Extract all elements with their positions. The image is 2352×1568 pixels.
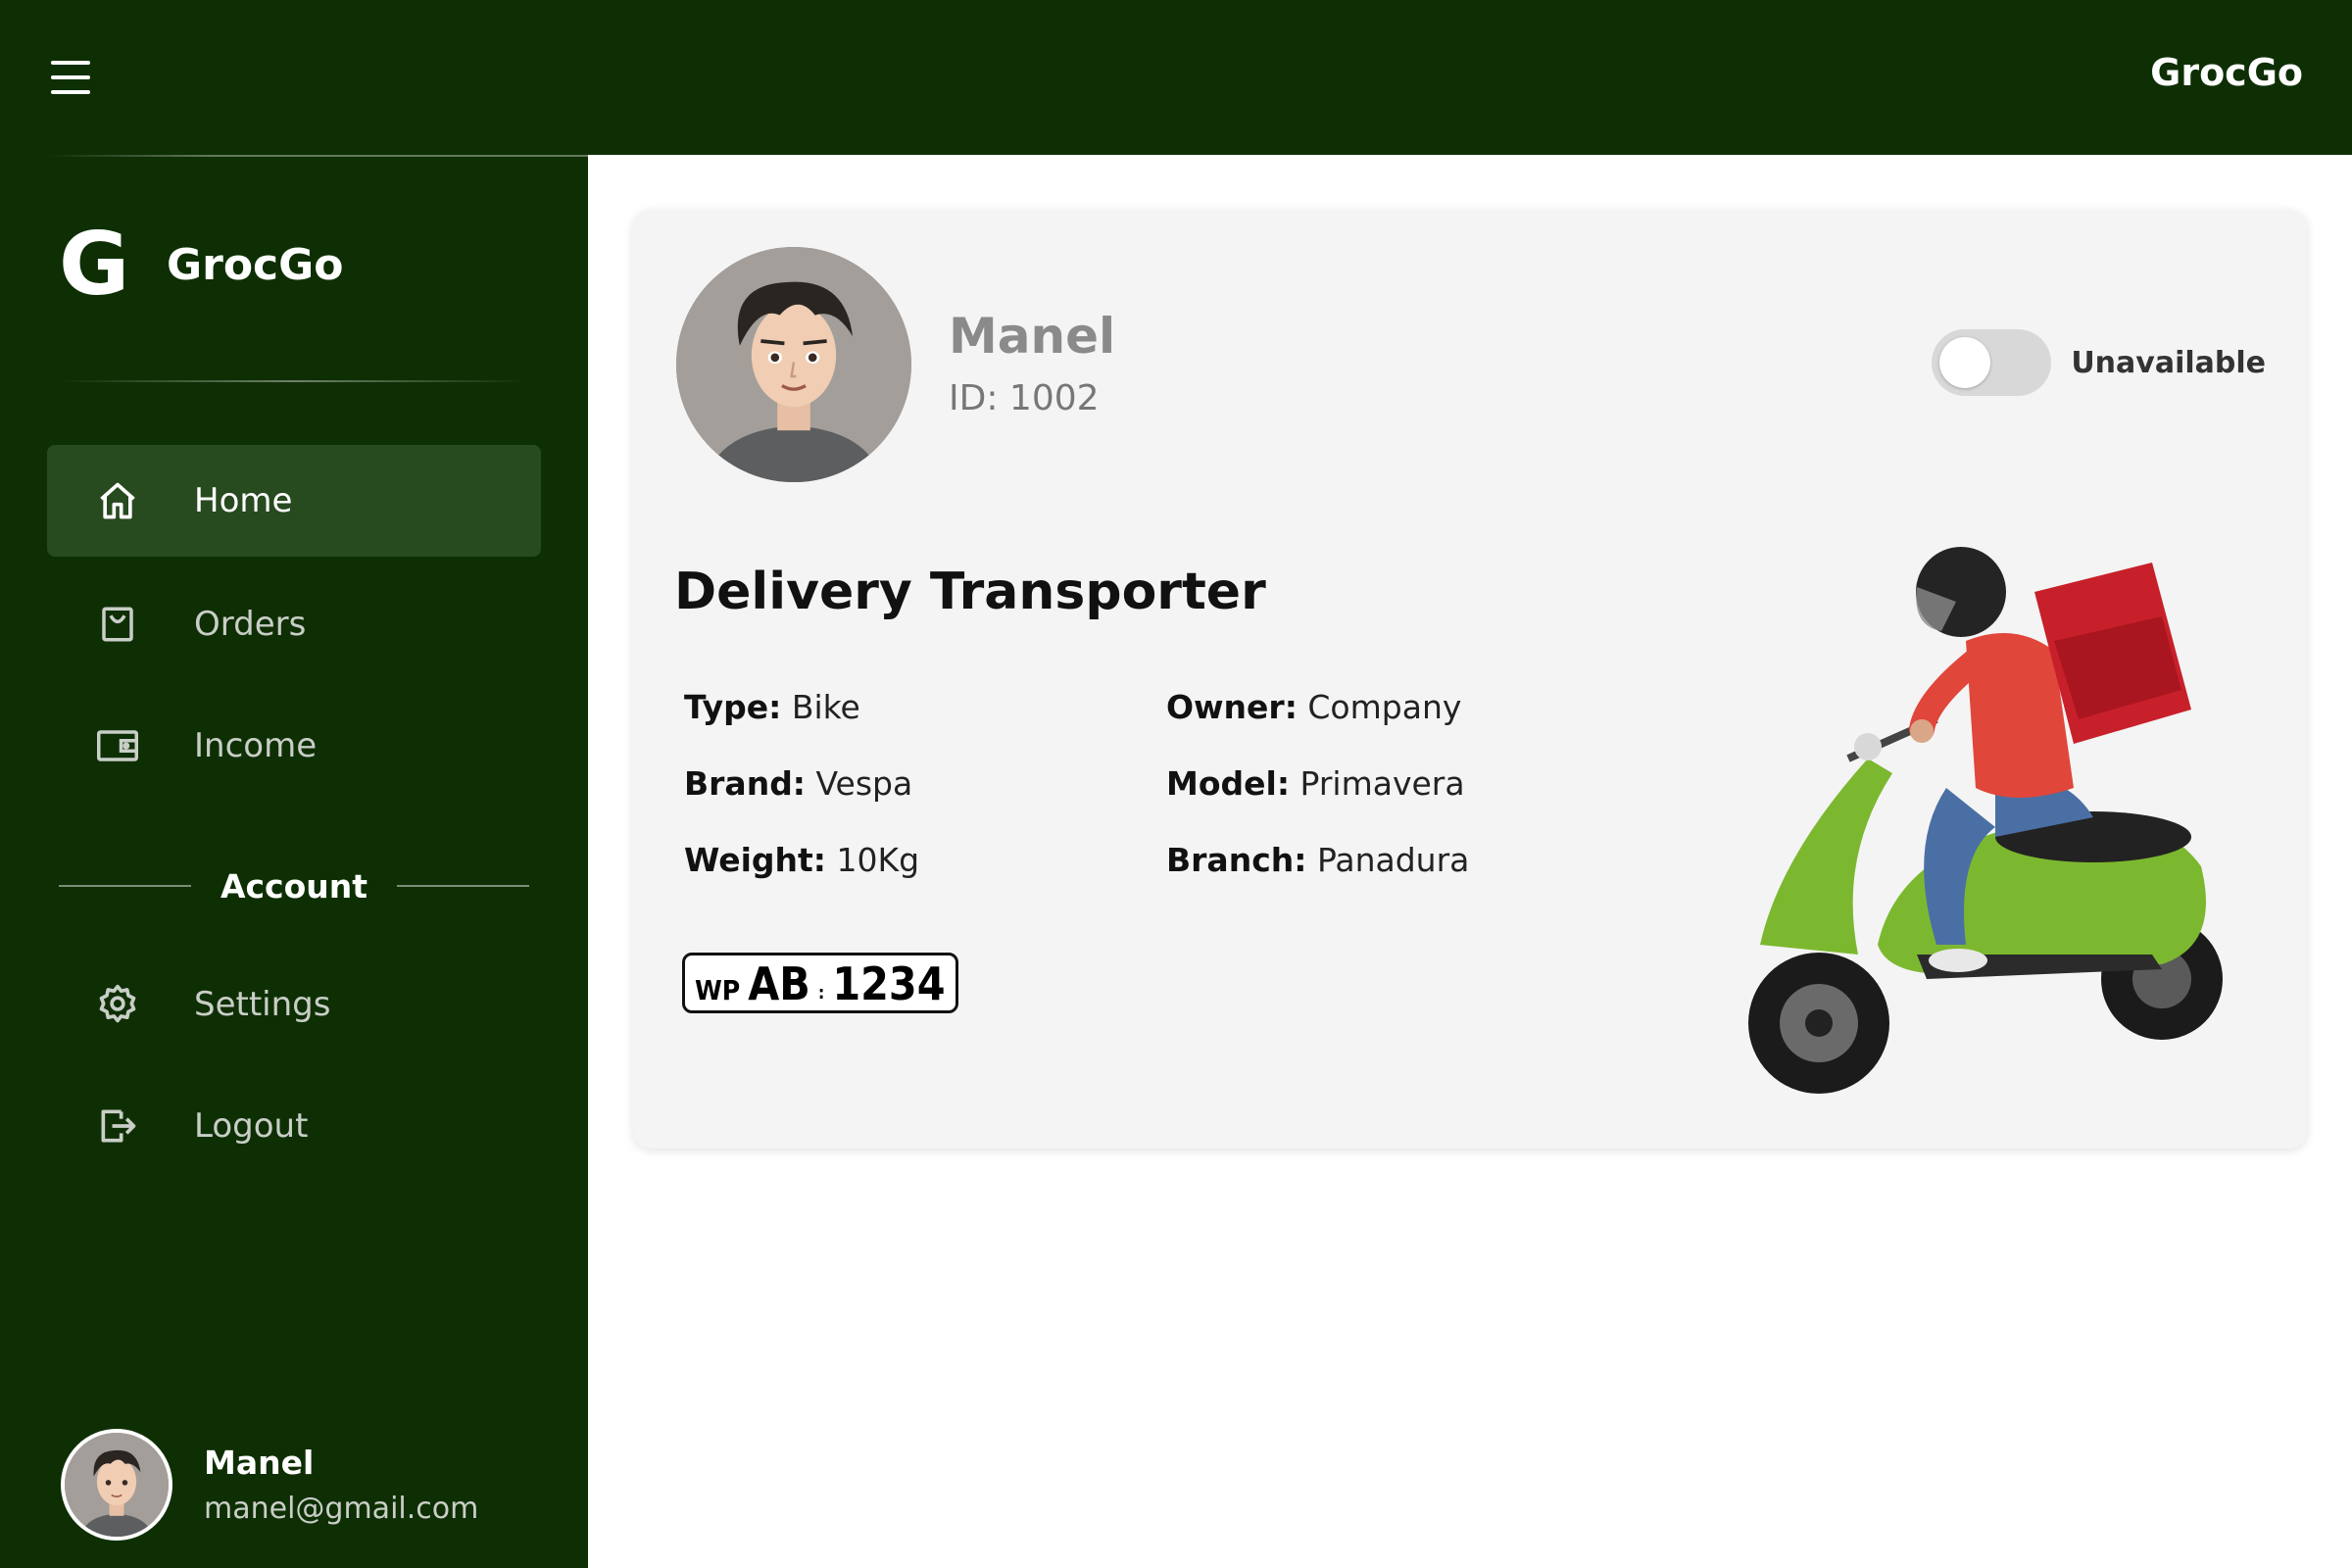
field-owner: Owner: Company <box>1166 688 1461 726</box>
avatar <box>61 1429 172 1541</box>
top-bar: GrocGo <box>0 0 2352 155</box>
sidebar-item-settings[interactable]: Settings <box>47 949 541 1060</box>
field-label: Owner: <box>1166 688 1298 726</box>
field-label: Branch: <box>1166 841 1307 879</box>
sidebar-item-logout[interactable]: Logout <box>47 1070 541 1182</box>
user-name: Manel <box>204 1444 315 1482</box>
field-value: 10Kg <box>836 841 920 879</box>
sidebar-item-income[interactable]: Income <box>47 690 541 802</box>
field-model: Model: Primavera <box>1166 764 1465 803</box>
plate-number: 1234 <box>832 957 946 1010</box>
logout-icon <box>88 1097 147 1155</box>
sidebar-item-label: Logout <box>194 1106 309 1146</box>
availability-toggle[interactable] <box>1932 329 2052 396</box>
header-brand: GrocGo <box>2150 51 2303 94</box>
field-brand: Brand: Vespa <box>684 764 912 803</box>
field-value: Company <box>1307 688 1462 726</box>
sidebar-item-orders[interactable]: Orders <box>47 568 541 680</box>
sidebar-top-divider <box>47 155 588 157</box>
field-label: Model: <box>1166 764 1291 803</box>
field-label: Weight: <box>684 841 827 879</box>
field-label: Brand: <box>684 764 807 803</box>
field-label: Type: <box>684 688 782 726</box>
hamburger-menu-icon[interactable] <box>51 61 90 94</box>
logo-mark: G <box>59 214 130 315</box>
gear-icon <box>88 975 147 1034</box>
profile-id: ID: 1002 <box>949 378 1100 418</box>
sidebar-item-label: Home <box>194 481 293 520</box>
field-branch: Branch: Panadura <box>1166 841 1469 879</box>
plate-province: WP <box>695 974 741 1006</box>
profile-avatar <box>676 247 911 482</box>
license-plate: WP AB : 1234 <box>682 953 958 1013</box>
field-type: Type: Bike <box>684 688 860 726</box>
availability-control: Unavailable <box>1932 329 2266 396</box>
plate-letters: AB <box>748 957 810 1010</box>
account-section-heading: Account <box>59 857 530 915</box>
account-heading-label: Account <box>220 866 368 906</box>
availability-label: Unavailable <box>2071 345 2266 380</box>
sidebar: G GrocGo Home Orders Income Account Sett… <box>0 155 588 1568</box>
profile-name: Manel <box>949 308 1116 365</box>
field-weight: Weight: 10Kg <box>684 841 919 879</box>
transporter-card: Manel ID: 1002 Unavailable Delivery Tran… <box>633 210 2307 1149</box>
sidebar-user-profile[interactable]: Manel manel@gmail.com <box>61 1429 478 1541</box>
plate-divider: : <box>817 983 825 1004</box>
field-value: Vespa <box>815 764 913 803</box>
scooter-rider-image <box>1701 533 2250 1121</box>
sidebar-item-label: Orders <box>194 605 307 644</box>
field-value: Primavera <box>1299 764 1465 803</box>
logo-text: GrocGo <box>167 239 344 290</box>
sidebar-item-label: Income <box>194 726 318 765</box>
field-value: Bike <box>791 688 860 726</box>
shopping-bag-icon <box>88 595 147 654</box>
wallet-icon <box>88 716 147 775</box>
section-title: Delivery Transporter <box>674 563 1266 621</box>
home-icon <box>88 471 147 530</box>
sidebar-item-label: Settings <box>194 985 331 1024</box>
user-email: manel@gmail.com <box>204 1492 479 1526</box>
field-value: Panadura <box>1316 841 1470 879</box>
sidebar-logo[interactable]: G GrocGo <box>59 221 343 308</box>
sidebar-divider <box>59 380 529 382</box>
sidebar-item-home[interactable]: Home <box>47 445 541 557</box>
toggle-knob <box>1939 337 1991 388</box>
